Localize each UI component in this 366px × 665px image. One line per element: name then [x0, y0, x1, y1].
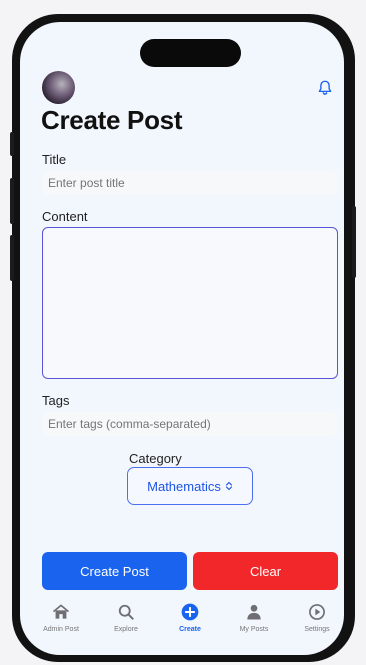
- clear-button[interactable]: Clear: [193, 552, 338, 590]
- volume-up-button: [10, 178, 14, 224]
- settings-icon: [309, 604, 325, 620]
- tab-my-posts[interactable]: My Posts: [224, 602, 284, 633]
- tab-label: Explore: [114, 626, 138, 633]
- content-label: Content: [42, 209, 88, 224]
- plus-circle-icon: [181, 603, 199, 621]
- tab-create[interactable]: Create: [160, 602, 220, 633]
- tab-label: Create: [179, 626, 201, 633]
- category-select[interactable]: Mathematics: [127, 467, 253, 505]
- tab-bar: Admin Post Explore Create My Posts Setti…: [20, 602, 344, 642]
- app-screen: Create Post Title Content Tags Category …: [20, 22, 344, 655]
- search-icon: [118, 604, 134, 620]
- category-label: Category: [129, 451, 182, 466]
- chevron-up-down-icon: [225, 481, 232, 491]
- tab-label: Admin Post: [43, 626, 79, 633]
- tab-label: My Posts: [239, 626, 269, 633]
- create-post-button[interactable]: Create Post: [42, 552, 187, 590]
- title-input[interactable]: [42, 171, 338, 195]
- person-icon: [247, 604, 261, 620]
- tab-explore[interactable]: Explore: [96, 602, 156, 633]
- volume-down-button: [10, 235, 14, 281]
- tags-input[interactable]: [42, 412, 338, 436]
- bell-icon[interactable]: [316, 79, 334, 97]
- tab-label: Settings: [304, 626, 330, 633]
- tab-admin-post[interactable]: Admin Post: [31, 602, 91, 633]
- avatar[interactable]: [42, 71, 75, 104]
- tab-settings[interactable]: Settings: [287, 602, 344, 633]
- dynamic-island: [140, 39, 241, 67]
- page-title: Create Post: [41, 105, 183, 135]
- tags-label: Tags: [42, 393, 70, 408]
- home-icon: [52, 604, 70, 619]
- power-button: [352, 206, 356, 278]
- side-button: [10, 132, 14, 156]
- category-value: Mathematics: [147, 478, 221, 494]
- content-textarea[interactable]: [42, 227, 338, 379]
- title-label: Title: [42, 152, 67, 167]
